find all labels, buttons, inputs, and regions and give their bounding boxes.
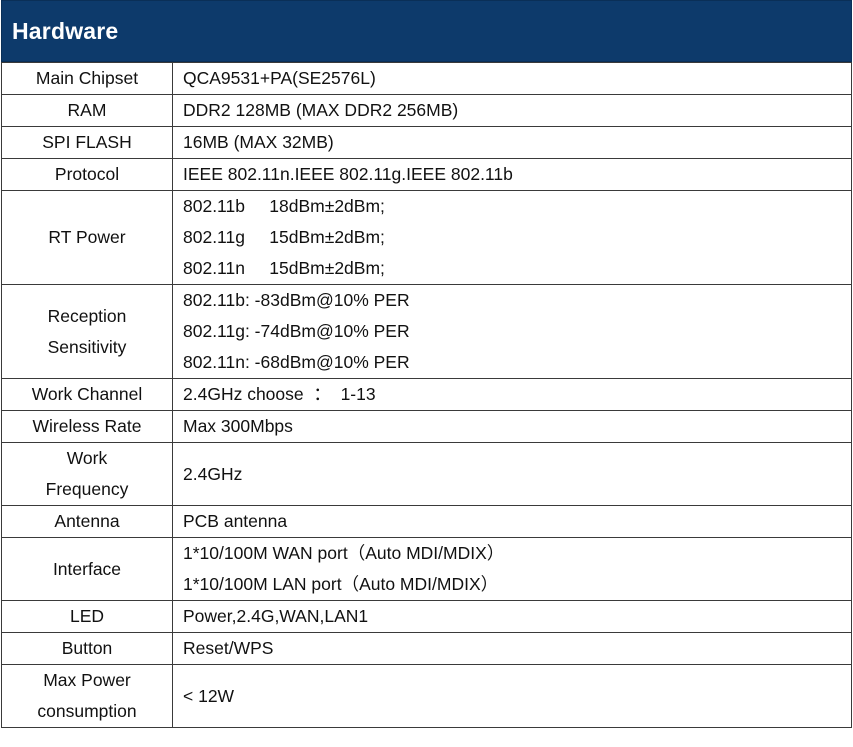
value-line: 802.11g: -74dBm@10% PER (183, 321, 410, 341)
table-row: RAM DDR2 128MB (MAX DDR2 256MB) (1, 94, 852, 127)
table-row: RT Power 802.11b 18dBm±2dBm; 802.11g 15d… (1, 190, 852, 285)
section-title: Hardware (12, 17, 119, 44)
section-header: Hardware (1, 0, 852, 62)
spec-value: Power,2.4G,WAN,LAN1 (172, 600, 852, 633)
label-line: SPI FLASH (42, 132, 132, 152)
table-row: Wireless Rate Max 300Mbps (1, 410, 852, 443)
value-line: 1*10/100M LAN port（Auto MDI/MDIX） (183, 574, 499, 594)
spec-value: Reset/WPS (172, 632, 852, 665)
spec-label: Antenna (1, 505, 173, 538)
spec-label: Work Channel (1, 378, 173, 411)
value-line: 1*10/100M WAN port（Auto MDI/MDIX） (183, 543, 505, 563)
label-line: Reception (47, 305, 127, 326)
value-line: < 12W (183, 685, 235, 706)
label-line: Button (61, 638, 113, 658)
value-line: 802.11b: -83dBm@10% PER (183, 290, 410, 310)
spec-value: 16MB (MAX 32MB) (172, 126, 852, 159)
label-line: Max Power (43, 670, 131, 690)
label-line: consumption (37, 701, 137, 721)
spec-label: Wireless Rate (1, 410, 173, 443)
value-line: 802.11n: -68dBm@10% PER (183, 352, 410, 372)
hardware-spec-sheet: Hardware Main Chipset QCA9531+PA(SE2576L… (1, 0, 852, 728)
table-row: Work Frequency 2.4GHz (1, 442, 852, 506)
table-row: LED Power,2.4G,WAN,LAN1 (1, 600, 852, 633)
label-line: Work Channel (31, 384, 143, 404)
table-row: SPI FLASH 16MB (MAX 32MB) (1, 126, 852, 159)
label-line: Main Chipset (35, 68, 139, 88)
spec-label: Reception Sensitivity (1, 284, 173, 379)
table-row: Antenna PCB antenna (1, 505, 852, 538)
spec-value: IEEE 802.11n.IEEE 802.11g.IEEE 802.11b (172, 158, 852, 191)
value-line: 16MB (MAX 32MB) (183, 132, 334, 152)
label-line: Interface (52, 558, 122, 579)
spec-label: Work Frequency (1, 442, 173, 506)
value-line: PCB antenna (183, 511, 288, 531)
label-line: LED (69, 606, 105, 626)
label-line: Work (66, 448, 108, 468)
value-line: DDR2 128MB (MAX DDR2 256MB) (183, 100, 459, 120)
spec-label: RAM (1, 94, 173, 127)
value-line: 802.11g 15dBm±2dBm; (183, 227, 385, 247)
label-line: Sensitivity (47, 336, 127, 357)
value-line: IEEE 802.11n.IEEE 802.11g.IEEE 802.11b (183, 164, 513, 184)
value-line: 802.11n 15dBm±2dBm; (183, 258, 385, 278)
spec-value: Max 300Mbps (172, 410, 852, 443)
label-line: RAM (67, 100, 107, 120)
table-row: Interface 1*10/100M WAN port（Auto MDI/MD… (1, 537, 852, 601)
value-line: Max 300Mbps (183, 416, 293, 436)
value-line: 2.4GHz (183, 463, 243, 484)
label-line: Protocol (54, 164, 120, 184)
spec-table: Main Chipset QCA9531+PA(SE2576L) RAM DDR… (1, 62, 852, 728)
spec-value: PCB antenna (172, 505, 852, 538)
spec-value: 2.4GHz choose ： 1-13 (172, 378, 852, 411)
value-line: QCA9531+PA(SE2576L) (183, 68, 376, 88)
spec-value: 1*10/100M WAN port（Auto MDI/MDIX） 1*10/1… (172, 537, 852, 601)
spec-label: Main Chipset (1, 62, 173, 95)
table-row: Button Reset/WPS (1, 632, 852, 665)
spec-label: Max Power consumption (1, 664, 173, 728)
spec-value: QCA9531+PA(SE2576L) (172, 62, 852, 95)
table-row: Protocol IEEE 802.11n.IEEE 802.11g.IEEE … (1, 158, 852, 191)
spec-label: Protocol (1, 158, 173, 191)
table-row: Reception Sensitivity 802.11b: -83dBm@10… (1, 284, 852, 379)
spec-value: 802.11b: -83dBm@10% PER 802.11g: -74dBm@… (172, 284, 852, 379)
value-line: Power,2.4G,WAN,LAN1 (183, 606, 369, 626)
spec-label: RT Power (1, 190, 173, 285)
table-row: Max Power consumption < 12W (1, 664, 852, 728)
value-line: Reset/WPS (183, 638, 274, 658)
label-line: Antenna (54, 511, 120, 531)
label-line: Frequency (45, 479, 129, 499)
spec-label: Interface (1, 537, 173, 601)
spec-label: SPI FLASH (1, 126, 173, 159)
table-row: Main Chipset QCA9531+PA(SE2576L) (1, 62, 852, 95)
spec-label: Button (1, 632, 173, 665)
label-line: RT Power (48, 227, 126, 247)
spec-value: 2.4GHz (172, 442, 852, 506)
spec-value: DDR2 128MB (MAX DDR2 256MB) (172, 94, 852, 127)
value-line: 802.11b 18dBm±2dBm; (183, 196, 385, 216)
value-line: 2.4GHz choose ： 1-13 (183, 384, 376, 404)
spec-value: < 12W (172, 664, 852, 728)
spec-label: LED (1, 600, 173, 633)
table-row: Work Channel 2.4GHz choose ： 1-13 (1, 378, 852, 411)
spec-value: 802.11b 18dBm±2dBm; 802.11g 15dBm±2dBm; … (172, 190, 852, 285)
label-line: Wireless Rate (32, 416, 142, 436)
